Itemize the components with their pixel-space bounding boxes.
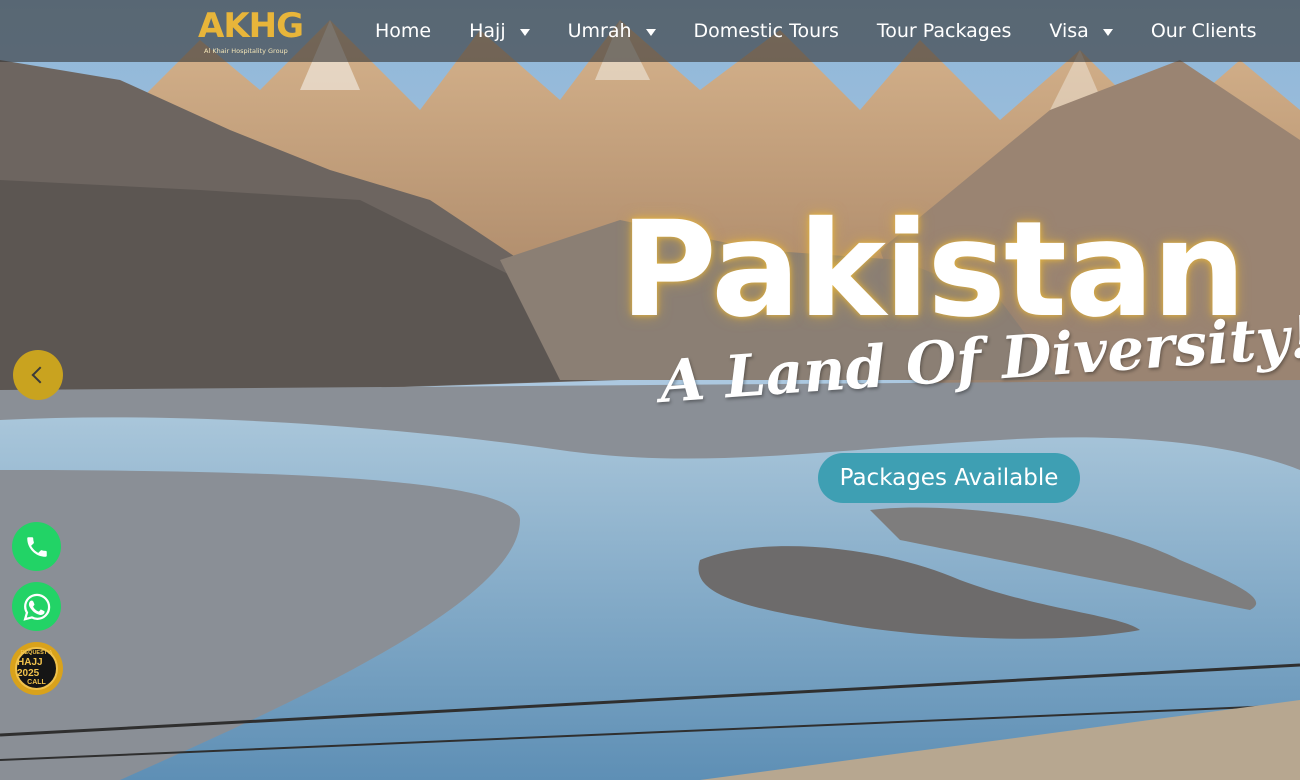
nav-label-tour-packages: Tour Packages (876, 20, 1012, 42)
caret-down-icon (1102, 28, 1113, 36)
nav-item-home[interactable]: Home (375, 20, 431, 42)
phone-icon (26, 536, 47, 557)
slider-prev-button[interactable] (13, 350, 63, 400)
hero-background (0, 0, 1300, 780)
main-nav: Home Hajj Umrah Domestic Tours Tour Pack… (375, 0, 1295, 62)
nav-item-visa[interactable]: Visa (1049, 20, 1113, 42)
nav-label-our-clients: Our Clients (1150, 20, 1257, 42)
packages-available-button[interactable]: Packages Available (818, 453, 1080, 503)
nav-item-our-clients[interactable]: Our Clients (1151, 20, 1257, 42)
badge-line-1: REQUEST A (20, 650, 53, 656)
caret-down-icon (645, 28, 656, 36)
whatsapp-button[interactable] (12, 582, 61, 631)
nav-label-hajj: Hajj (469, 20, 506, 42)
nav-item-domestic-tours[interactable]: Domestic Tours (694, 20, 839, 42)
nav-label-umrah: Umrah (567, 20, 632, 42)
brand-logo[interactable]: AKHG Al Khair Hospitality Group (198, 6, 316, 56)
whatsapp-icon (22, 593, 50, 621)
nav-label-home: Home (375, 20, 432, 42)
badge-line-2: HAJJ 2025 (17, 657, 43, 679)
cta-label: Packages Available (839, 465, 1059, 491)
request-hajj-call-badge[interactable]: REQUEST A HAJJ 2025 CALL (10, 642, 63, 695)
top-navbar: AKHG Al Khair Hospitality Group Home Haj… (0, 0, 1300, 62)
call-button[interactable] (12, 522, 61, 571)
logo-subtext: Al Khair Hospitality Group (204, 47, 288, 55)
logo-mark: AKHG (198, 6, 304, 46)
nav-item-umrah[interactable]: Umrah (568, 20, 656, 42)
nav-item-hajj[interactable]: Hajj (469, 20, 530, 42)
nav-item-tour-packages[interactable]: Tour Packages (877, 20, 1012, 42)
badge-line-3: CALL (27, 679, 46, 686)
hero-landscape (0, 0, 1300, 780)
nav-label-domestic-tours: Domestic Tours (693, 20, 839, 42)
nav-label-visa: Visa (1049, 20, 1089, 42)
caret-down-icon (519, 28, 530, 36)
badge-inner: REQUEST A HAJJ 2025 CALL (15, 647, 58, 690)
